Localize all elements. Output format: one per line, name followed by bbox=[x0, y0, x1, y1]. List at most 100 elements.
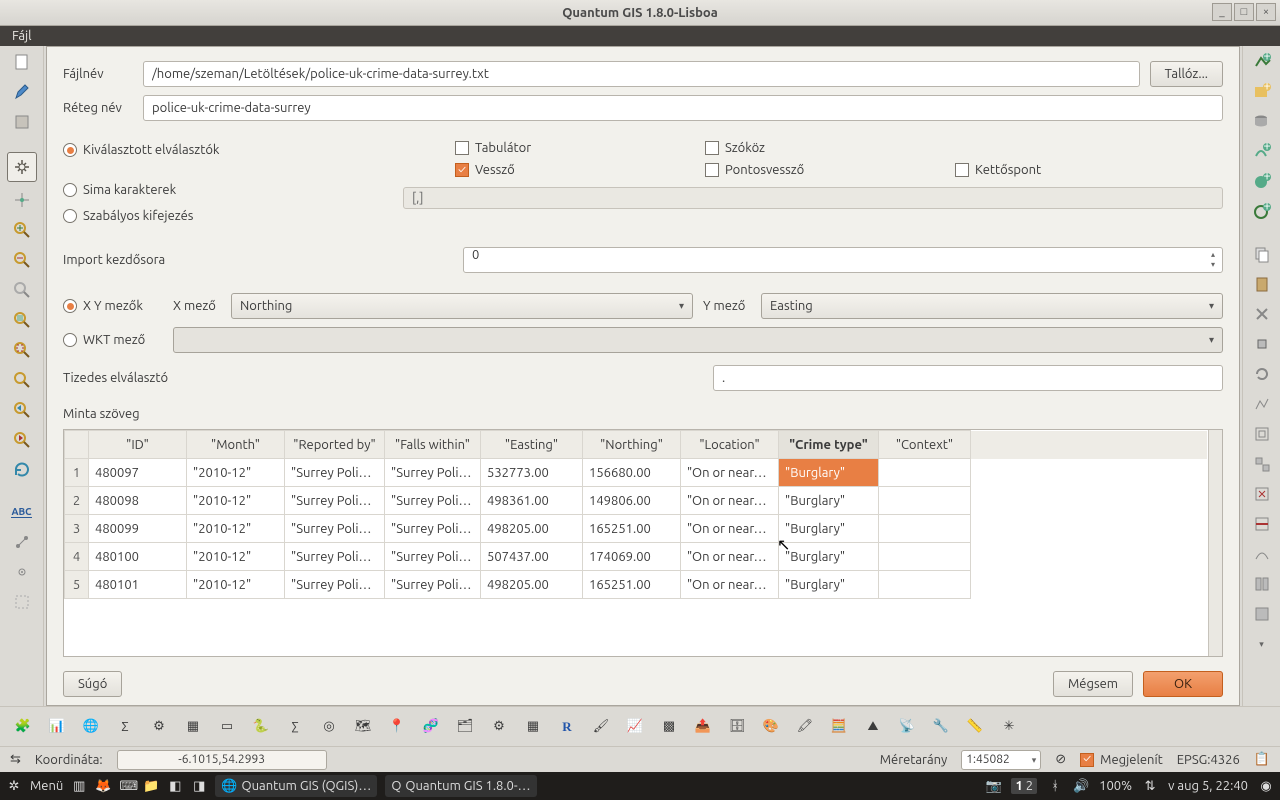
sum-icon[interactable]: Σ bbox=[112, 714, 138, 740]
add-raster-icon[interactable]: + bbox=[1250, 80, 1274, 104]
show-desktop-icon[interactable]: ▥ bbox=[71, 779, 87, 794]
col-reported-by[interactable]: "Reported by" bbox=[285, 431, 385, 459]
taskbar-item-qgis-web[interactable]: 🌐 Quantum GIS (QGIS)… bbox=[215, 775, 377, 797]
chart-icon[interactable]: 📈 bbox=[622, 714, 648, 740]
r-icon[interactable]: R bbox=[554, 714, 580, 740]
pan-icon[interactable] bbox=[7, 152, 37, 182]
stop-render-icon[interactable]: ⊘ bbox=[1055, 752, 1066, 767]
label-icon[interactable]: ABC bbox=[10, 500, 34, 524]
render-check[interactable]: Megjelenít bbox=[1080, 753, 1163, 767]
col-easting[interactable]: "Easting" bbox=[481, 431, 583, 459]
zoom-selection-icon[interactable] bbox=[10, 338, 34, 362]
refresh-icon[interactable] bbox=[10, 458, 34, 482]
toggle-icon[interactable]: ⇆ bbox=[10, 752, 21, 767]
y-field-combo[interactable]: Easting bbox=[761, 293, 1223, 319]
digitize-icon[interactable] bbox=[10, 530, 34, 554]
add-part-icon[interactable] bbox=[1250, 452, 1274, 476]
node-tool-icon[interactable] bbox=[10, 560, 34, 584]
add-spatialite-icon[interactable]: + bbox=[1250, 140, 1274, 164]
col-northing[interactable]: "Northing" bbox=[583, 431, 681, 459]
start-menu[interactable]: Menü bbox=[30, 779, 63, 793]
col-context[interactable]: "Context" bbox=[879, 431, 971, 459]
calc-icon[interactable]: ∑ bbox=[282, 714, 308, 740]
table-row[interactable]: 5480101"2010-12""Surrey Poli…"Surrey Pol… bbox=[65, 571, 1208, 599]
session-icon[interactable]: ◉ bbox=[1258, 779, 1274, 794]
delete-part-icon[interactable] bbox=[1250, 512, 1274, 536]
table-scrollbar[interactable] bbox=[1208, 430, 1222, 656]
skip-rows-input[interactable]: 0 ▴▾ bbox=[463, 247, 1223, 273]
map-icon[interactable]: 🗺 bbox=[350, 714, 376, 740]
log-icon[interactable]: 📋 bbox=[1254, 752, 1270, 767]
kml-icon[interactable]: 📍 bbox=[384, 714, 410, 740]
raster-calc-icon[interactable]: 🧮 bbox=[826, 714, 852, 740]
cancel-button[interactable]: Mégsem bbox=[1053, 671, 1133, 697]
zoom-layer-icon[interactable] bbox=[10, 368, 34, 392]
paste-icon[interactable] bbox=[1250, 272, 1274, 296]
dna-icon[interactable]: 🧬 bbox=[418, 714, 444, 740]
globe-icon[interactable]: 🌐 bbox=[78, 714, 104, 740]
processing-icon[interactable]: ⚙ bbox=[146, 714, 172, 740]
wrench-icon[interactable]: 🔧 bbox=[928, 714, 954, 740]
delimiter-regex-radio[interactable]: Szabályos kifejezés bbox=[63, 209, 403, 223]
histogram-icon[interactable]: 📊 bbox=[44, 714, 70, 740]
crs-label[interactable]: EPSG:4326 bbox=[1177, 753, 1240, 767]
delim-colon-check[interactable]: Kettőspont bbox=[955, 163, 1205, 177]
deselect-icon[interactable] bbox=[10, 590, 34, 614]
gear2-icon[interactable]: ⚙ bbox=[486, 714, 512, 740]
col-location[interactable]: "Location" bbox=[681, 431, 779, 459]
workspace-indicator[interactable]: 1 2 bbox=[1011, 778, 1037, 794]
filename-input[interactable] bbox=[143, 61, 1140, 87]
table-row[interactable]: 3480099"2010-12""Surrey Poli…"Surrey Pol… bbox=[65, 515, 1208, 543]
plugin-icon[interactable]: 🧩 bbox=[10, 714, 36, 740]
save-icon[interactable] bbox=[10, 110, 34, 134]
menu-file[interactable]: Fájl bbox=[4, 27, 40, 45]
style-icon[interactable]: 🖍 bbox=[792, 714, 818, 740]
delim-semicolon-check[interactable]: Pontosvessző bbox=[705, 163, 955, 177]
browse-button[interactable]: Tallóz... bbox=[1150, 61, 1223, 87]
app1-icon[interactable]: ◧ bbox=[167, 779, 183, 794]
add-wfs-icon[interactable]: + bbox=[1250, 200, 1274, 224]
paint-icon[interactable]: 🎨 bbox=[758, 714, 784, 740]
zoom-out-icon[interactable] bbox=[10, 248, 34, 272]
terrain-icon[interactable]: ⛰ bbox=[860, 714, 886, 740]
terminal-icon[interactable]: ⌨ bbox=[119, 779, 135, 794]
cut-icon[interactable] bbox=[1250, 302, 1274, 326]
db-icon[interactable]: 🗄 bbox=[724, 714, 750, 740]
zoom-full-icon[interactable] bbox=[10, 308, 34, 332]
window-close-button[interactable]: × bbox=[1256, 3, 1276, 21]
delimiter-plain-radio[interactable]: Sima karakterek bbox=[63, 183, 403, 197]
delim-space-check[interactable]: Szóköz bbox=[705, 141, 955, 155]
export-icon[interactable]: 📤 bbox=[690, 714, 716, 740]
volume-icon[interactable]: 🔊 bbox=[1073, 779, 1089, 794]
window-minimize-button[interactable]: _ bbox=[1212, 3, 1232, 21]
add-ring-icon[interactable] bbox=[1250, 422, 1274, 446]
start-icon[interactable]: ✲ bbox=[6, 779, 22, 794]
help-button[interactable]: Súgó bbox=[63, 671, 122, 697]
clock[interactable]: v aug 5, 22:40 bbox=[1168, 779, 1248, 793]
split-icon[interactable] bbox=[1250, 572, 1274, 596]
zoom-native-icon[interactable] bbox=[10, 278, 34, 302]
add-postgis-icon[interactable] bbox=[1250, 110, 1274, 134]
pan-to-selection-icon[interactable] bbox=[10, 188, 34, 212]
table-row[interactable]: 4480100"2010-12""Surrey Poli…"Surrey Pol… bbox=[65, 543, 1208, 571]
ok-button[interactable]: OK bbox=[1143, 671, 1223, 697]
x-field-combo[interactable]: Northing bbox=[231, 293, 693, 319]
edit-icon[interactable] bbox=[10, 80, 34, 104]
gps-icon[interactable]: 📡 bbox=[894, 714, 920, 740]
network-icon[interactable]: ⇅ bbox=[1142, 779, 1158, 794]
bluetooth-icon[interactable]: ᚼ bbox=[1047, 779, 1063, 793]
simplify-icon[interactable] bbox=[1250, 392, 1274, 416]
add-vector-icon[interactable]: + bbox=[1250, 50, 1274, 74]
scale-combo[interactable]: 1:45082 bbox=[961, 750, 1041, 770]
xy-fields-radio[interactable]: X Y mezők bbox=[63, 299, 163, 313]
layer-name-input[interactable] bbox=[143, 95, 1223, 121]
add-wms-icon[interactable]: + bbox=[1250, 170, 1274, 194]
table-row[interactable]: 1480097"2010-12""Surrey Poli…"Surrey Pol… bbox=[65, 459, 1208, 487]
zoom-in-icon[interactable] bbox=[10, 218, 34, 242]
pixel-icon[interactable]: ▩ bbox=[656, 714, 682, 740]
copy-icon[interactable] bbox=[1250, 242, 1274, 266]
wkt-field-radio[interactable]: WKT mező bbox=[63, 333, 163, 347]
delimiter-selected-radio[interactable]: Kiválasztott elválasztók bbox=[63, 143, 403, 157]
delete-ring-icon[interactable] bbox=[1250, 482, 1274, 506]
reshape-icon[interactable] bbox=[1250, 542, 1274, 566]
